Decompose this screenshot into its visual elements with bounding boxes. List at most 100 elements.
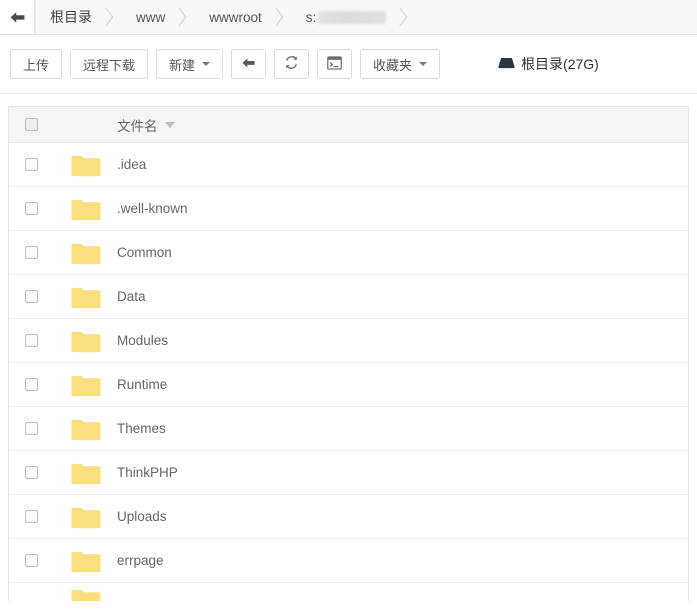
row-checkbox-cell [9, 158, 71, 171]
refresh-button[interactable] [274, 49, 310, 79]
row-checkbox[interactable] [25, 202, 38, 215]
table-row[interactable]: Modules [9, 319, 688, 363]
file-name-label: ThinkPHP [117, 465, 178, 480]
file-name-label: Themes [117, 421, 166, 436]
row-checkbox-cell [9, 554, 71, 567]
table-row[interactable]: .idea [9, 143, 688, 187]
table-row[interactable]: Data [9, 275, 688, 319]
file-icon-cell [71, 153, 117, 177]
remote-download-button[interactable]: 远程下载 [70, 49, 149, 79]
redacted-text [318, 10, 387, 24]
breadcrumb-item-site[interactable]: s: [287, 0, 413, 34]
terminal-button[interactable] [317, 49, 353, 79]
row-checkbox-cell [9, 290, 71, 303]
file-name-cell[interactable]: errpage [117, 553, 688, 568]
folder-icon [71, 329, 101, 353]
table-row[interactable]: .well-known [9, 187, 688, 231]
row-checkbox[interactable] [25, 422, 38, 435]
row-checkbox[interactable] [25, 334, 38, 347]
new-button-label: 新建 [169, 57, 196, 73]
folder-icon [71, 153, 101, 177]
table-row-partial[interactable] [9, 583, 688, 601]
arrow-left-icon [241, 57, 256, 72]
file-icon-cell [71, 197, 117, 221]
file-name-cell[interactable]: Themes [117, 421, 688, 436]
file-icon-cell [71, 461, 117, 485]
file-name-label: .idea [117, 157, 147, 172]
row-checkbox-cell [9, 334, 71, 347]
table-row[interactable]: Themes [9, 407, 688, 451]
folder-icon [71, 505, 101, 529]
file-name-cell[interactable]: ThinkPHP [117, 465, 688, 480]
chevron-down-icon [419, 62, 428, 66]
file-name-label: Modules [117, 333, 169, 348]
file-icon-cell [71, 417, 117, 441]
file-name-label: Uploads [117, 509, 167, 524]
folder-icon [71, 549, 101, 573]
file-name-cell[interactable]: Uploads [117, 509, 688, 524]
terminal-icon [327, 55, 342, 73]
select-all-checkbox[interactable] [25, 118, 38, 131]
hard-drive-icon [498, 56, 515, 73]
breadcrumb-item-root[interactable]: 根目录 [36, 0, 118, 34]
breadcrumb-bar: 根目录 www wwwroot s: [0, 0, 697, 35]
disk-usage-label: 根目录(27G) [521, 56, 599, 72]
table-row[interactable]: ThinkPHP [9, 451, 688, 495]
row-checkbox-cell [9, 246, 71, 259]
file-icon-cell [71, 285, 117, 309]
folder-icon [71, 461, 101, 485]
upload-button[interactable]: 上传 [10, 49, 63, 79]
file-name-cell[interactable]: Common [117, 245, 688, 260]
breadcrumb-item-www[interactable]: www [118, 0, 192, 34]
row-checkbox[interactable] [25, 378, 38, 391]
table-row[interactable]: Common [9, 231, 688, 275]
file-icon-cell [71, 329, 117, 353]
toolbar: 上传 远程下载 新建 收藏夹 根目录(27G) [0, 35, 697, 94]
refresh-icon [284, 55, 299, 73]
breadcrumb-item-label: www [136, 9, 166, 25]
breadcrumb-item-wwwroot[interactable]: wwwroot [191, 0, 288, 34]
row-checkbox[interactable] [25, 290, 38, 303]
favorites-button-label: 收藏夹 [373, 57, 413, 73]
file-name-label: Runtime [117, 377, 168, 392]
folder-icon [71, 197, 101, 221]
navigate-back-button[interactable] [231, 49, 267, 79]
disk-usage-indicator: 根目录(27G) [498, 54, 599, 74]
folder-icon [71, 241, 101, 265]
file-name-cell[interactable]: Data [117, 289, 688, 304]
new-button[interactable]: 新建 [156, 49, 224, 79]
table-row[interactable]: Uploads [9, 495, 688, 539]
file-name-cell[interactable]: Modules [117, 333, 688, 348]
remote-download-button-label: 远程下载 [83, 57, 136, 73]
row-checkbox-cell [9, 378, 71, 391]
select-all-cell [9, 118, 71, 131]
file-icon-cell [71, 505, 117, 529]
file-name-cell[interactable]: Runtime [117, 377, 688, 392]
row-checkbox[interactable] [25, 510, 38, 523]
folder-icon [71, 587, 101, 601]
row-checkbox[interactable] [25, 554, 38, 567]
row-checkbox[interactable] [25, 466, 38, 479]
upload-button-label: 上传 [23, 57, 50, 73]
breadcrumb-back-button[interactable] [0, 0, 35, 34]
file-table: 文件名 .idea .well-known Common Data Modules Run… [8, 106, 689, 601]
file-icon-cell [71, 583, 117, 601]
row-checkbox-cell [9, 510, 71, 523]
arrow-left-icon [9, 11, 26, 24]
breadcrumb-tail [412, 0, 697, 34]
row-checkbox[interactable] [25, 158, 38, 171]
table-row[interactable]: Runtime [9, 363, 688, 407]
file-icon-cell [71, 241, 117, 265]
favorites-button[interactable]: 收藏夹 [360, 49, 441, 79]
row-checkbox-cell [9, 202, 71, 215]
sort-descending-icon[interactable] [164, 121, 175, 128]
folder-icon [71, 417, 101, 441]
row-checkbox[interactable] [25, 246, 38, 259]
column-header-filename[interactable]: 文件名 [117, 115, 688, 135]
file-name-label: errpage [117, 553, 164, 568]
row-checkbox-cell [9, 422, 71, 435]
folder-icon [71, 373, 101, 397]
table-row[interactable]: errpage [9, 539, 688, 583]
file-name-cell[interactable]: .idea [117, 157, 688, 172]
file-name-cell[interactable]: .well-known [117, 201, 688, 216]
